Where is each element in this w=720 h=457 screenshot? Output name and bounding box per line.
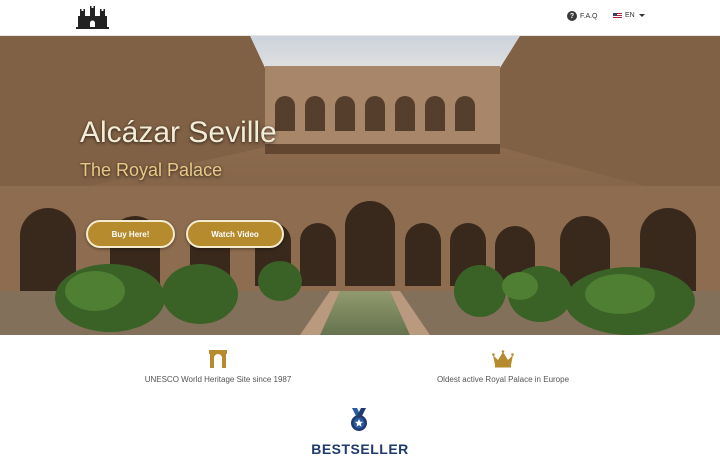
bestseller-heading: BESTSELLER (311, 441, 409, 457)
language-selector[interactable]: EN (613, 12, 645, 19)
buy-here-button[interactable]: Buy Here! (86, 220, 175, 248)
hero-title: Alcázar Seville (80, 116, 277, 149)
arch-icon (209, 350, 227, 368)
feature-unesco: UNESCO World Heritage Site since 1987 (68, 349, 368, 384)
faq-label: F.A.Q (580, 12, 598, 20)
faq-link[interactable]: ? F.A.Q (567, 11, 598, 21)
feature-text: UNESCO World Heritage Site since 1987 (144, 375, 292, 384)
watch-video-button[interactable]: Watch Video (186, 220, 284, 248)
hero-background-image (0, 36, 720, 335)
crown-icon (492, 350, 514, 368)
medal-icon (351, 408, 367, 431)
feature-royal-palace: Oldest active Royal Palace in Europe (353, 349, 653, 384)
question-circle-icon: ? (567, 11, 577, 21)
hero-banner: Alcázar Seville The Royal Palace Buy Her… (0, 36, 720, 335)
caret-down-icon (638, 14, 645, 17)
feature-text: Oldest active Royal Palace in Europe (436, 375, 570, 384)
language-label: EN (625, 12, 635, 19)
hero-subtitle: The Royal Palace (80, 160, 223, 180)
top-navbar: ? F.A.Q EN (0, 0, 720, 36)
us-flag-icon (613, 12, 622, 19)
castle-logo-icon[interactable] (76, 6, 109, 30)
